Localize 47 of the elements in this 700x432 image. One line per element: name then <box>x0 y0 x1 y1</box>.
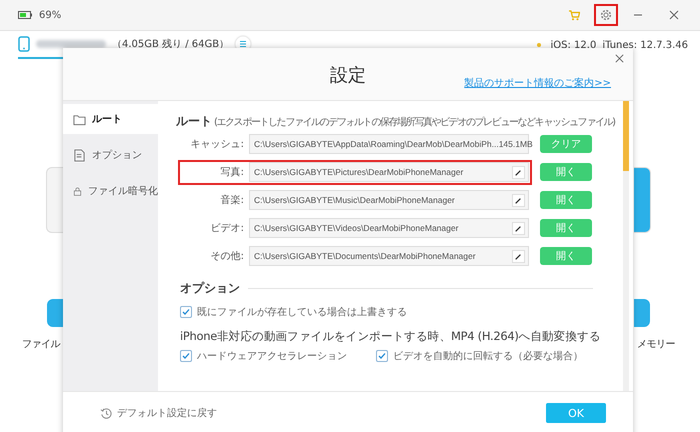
scrollbar-thumb[interactable] <box>623 101 629 171</box>
sidebar-item[interactable]: ファイル暗号化 <box>63 176 158 206</box>
checkbox-label: ビデオを自動的に回転する（必要な場合） <box>393 350 583 363</box>
path-field[interactable]: C:\Users\GIGABYTE\Documents\DearMobiPhoneManager <box>249 246 529 266</box>
battery-icon <box>18 11 32 19</box>
path-label: 音楽: <box>220 194 244 207</box>
close-icon[interactable] <box>668 9 680 21</box>
path-label: 写真: <box>220 166 244 179</box>
edit-icon[interactable] <box>512 166 525 178</box>
folder-icon <box>73 112 86 126</box>
edit-icon[interactable] <box>512 222 525 234</box>
section-title: ルート <box>176 113 212 130</box>
path-field[interactable]: C:\Users\GIGABYTE\Videos\DearMobiPhoneManager <box>249 218 529 238</box>
path-label: キャッシュ: <box>190 138 244 151</box>
reset-button[interactable]: デフォルト設定に戻す <box>100 406 546 420</box>
edit-icon[interactable] <box>512 250 525 262</box>
document-icon <box>73 148 86 162</box>
phone-icon <box>18 36 30 52</box>
sidebar-item[interactable]: オプション <box>63 140 158 170</box>
convert-text: iPhone非対応の動画ファイルをインポートする時、MP4 (H.264)へ自動変換する <box>180 329 602 344</box>
checkbox[interactable] <box>376 350 388 362</box>
battery-level: 69% <box>39 10 62 20</box>
lock-icon <box>73 184 82 198</box>
cart-icon[interactable] <box>568 9 580 21</box>
dialog-title: 設定 <box>330 64 366 87</box>
tile-label: メモリー <box>637 338 675 351</box>
blurred-device-name <box>36 40 106 48</box>
sidebar-item[interactable]: ルート <box>63 104 158 134</box>
edit-icon[interactable] <box>512 194 525 206</box>
checkbox[interactable] <box>180 306 192 318</box>
gear-icon <box>600 9 612 21</box>
path-label: その他: <box>210 250 244 263</box>
ios-version: iOS: 12.0 <box>550 40 596 50</box>
settings-button[interactable] <box>594 4 618 26</box>
checkbox-label: 既にファイルが存在している場合は上書きする <box>197 306 407 319</box>
section-note: (エクスポートしたファイルのデフォルトの保存場所写真やビデオのプレビューなどキャッシュファイル) <box>214 116 615 129</box>
path-field[interactable]: C:\Users\GIGABYTE\Music\DearMobiPhoneManager <box>249 190 529 210</box>
itunes-version: iTunes: 12.7.3.46 <box>602 40 688 50</box>
support-link[interactable]: 製品のサポート情報のご案内>> <box>464 76 611 90</box>
section-title: オプション <box>180 280 240 297</box>
path-label: ビデオ: <box>210 222 244 235</box>
path-field[interactable]: C:\Users\GIGABYTE\Pictures\DearMobiPhoneManager <box>249 162 529 182</box>
checkbox[interactable] <box>180 350 192 362</box>
history-icon <box>100 406 113 420</box>
checkbox-label: ハードウェアアクセラレーション <box>197 350 347 363</box>
tile-label: ファイル <box>22 338 60 351</box>
close-icon[interactable] <box>614 53 625 64</box>
